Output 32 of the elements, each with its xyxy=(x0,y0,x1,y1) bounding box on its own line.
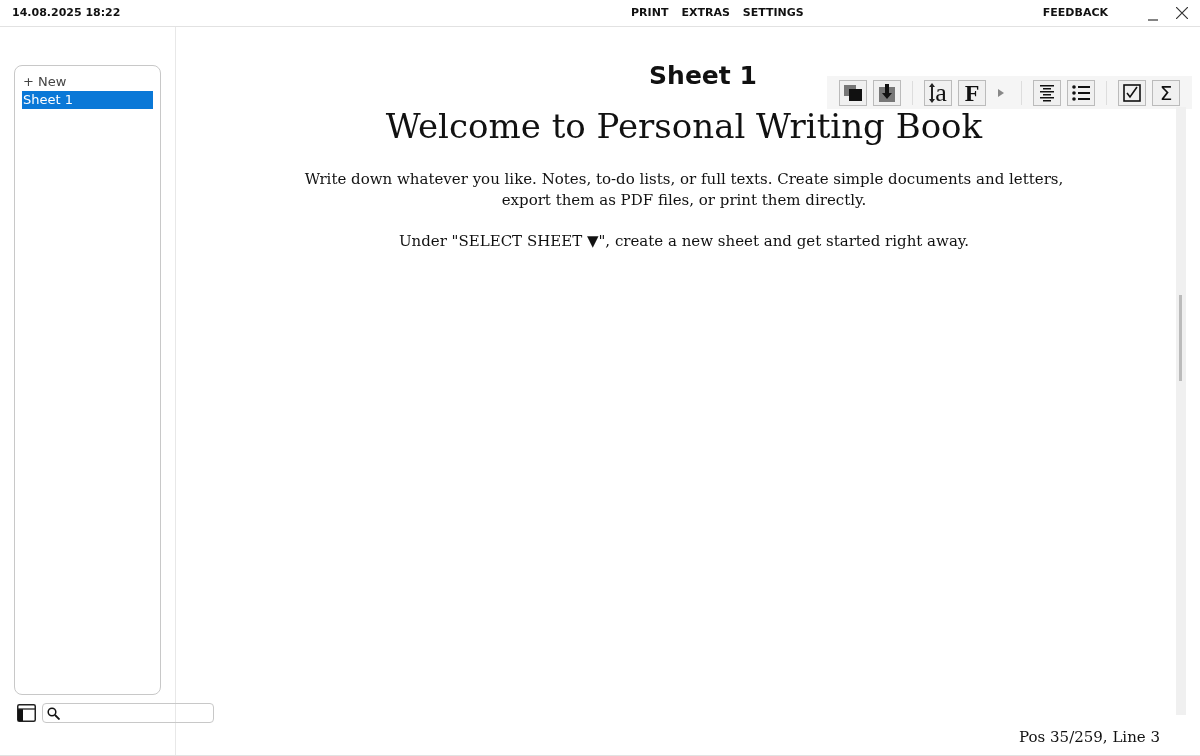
checkbox-icon xyxy=(1123,83,1141,102)
download-button[interactable] xyxy=(873,79,901,106)
sum-button[interactable]: Σ xyxy=(1152,79,1180,106)
menu-item[interactable]: EXTRAS xyxy=(681,4,730,22)
align-center-button[interactable] xyxy=(1033,79,1061,106)
menu-item[interactable]: PRINT xyxy=(631,4,669,22)
feedback-button[interactable]: FEEDBACK xyxy=(1042,4,1108,22)
download-arrow-icon xyxy=(878,82,896,103)
bullet-list-icon xyxy=(1072,84,1090,101)
copy-button[interactable] xyxy=(839,79,867,106)
menu-item[interactable]: SETTINGS xyxy=(742,4,804,22)
font-button[interactable]: F xyxy=(958,79,986,106)
date-time: 14.08.2025 18:22 xyxy=(12,4,122,21)
bullet-list-button[interactable] xyxy=(1067,79,1095,106)
cursor-position: Pos 35/259, Line 3 xyxy=(1019,728,1160,746)
document-paragraph: Write down whatever you like. Notes, to-do lists, or full texts. Create simple documents and letters, export them as PDF files, or print them directly. xyxy=(303,169,1065,211)
sheet-list-item[interactable]: + New xyxy=(22,73,153,91)
sidebar-toggle-icon[interactable] xyxy=(17,704,36,722)
search-field[interactable] xyxy=(42,703,214,723)
align-center-icon xyxy=(1039,83,1055,102)
caret-icon[interactable] xyxy=(998,88,1004,97)
close-icon[interactable] xyxy=(1176,7,1188,19)
scrollbar-thumb[interactable] xyxy=(1179,295,1182,381)
search-icon xyxy=(47,706,60,720)
sheet-title: Sheet 1 xyxy=(649,63,757,88)
document-paragraph: Under "SELECT SHEET ▼", create a new sheet and get started right away. xyxy=(397,231,971,252)
vertical-arrow-icon xyxy=(929,82,936,103)
document-heading: Welcome to Personal Writing Book xyxy=(385,109,983,143)
sheet-list-item[interactable]: Sheet 1 xyxy=(22,91,153,109)
font-size-button[interactable]: a xyxy=(924,79,952,106)
copy-icon xyxy=(843,83,863,102)
checkbox-button[interactable] xyxy=(1118,79,1146,106)
